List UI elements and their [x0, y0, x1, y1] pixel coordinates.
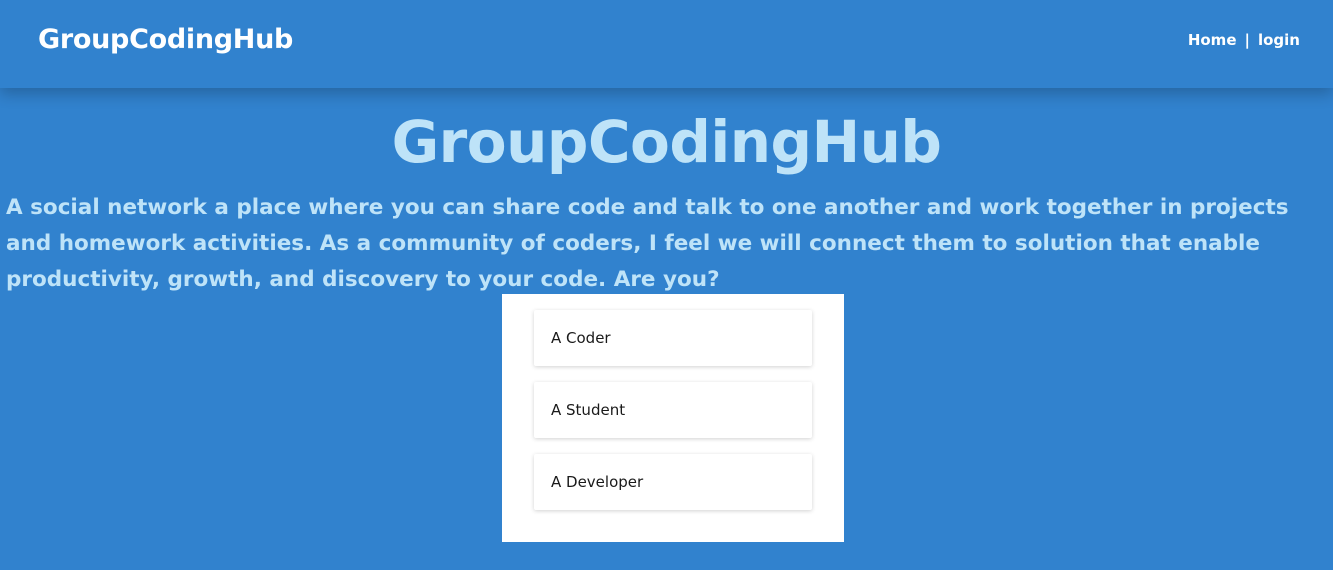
- choice-developer[interactable]: A Developer: [534, 454, 812, 510]
- nav-separator: |: [1244, 31, 1250, 49]
- nav-links: Home | login: [1188, 31, 1300, 49]
- hero-description: A social network a place where you can s…: [6, 195, 1289, 292]
- nav-home-link[interactable]: Home: [1188, 31, 1237, 49]
- role-choice-card: A Coder A Student A Developer: [502, 294, 844, 542]
- top-navbar: GroupCodingHub Home | login: [0, 0, 1333, 88]
- brand-logo-link[interactable]: GroupCodingHub: [38, 24, 293, 55]
- hero-title: GroupCodingHub: [391, 108, 942, 176]
- choice-coder-label: A Coder: [551, 329, 611, 347]
- choice-student[interactable]: A Student: [534, 382, 812, 438]
- choice-developer-label: A Developer: [551, 473, 644, 491]
- nav-login-link[interactable]: login: [1258, 31, 1300, 49]
- choice-student-label: A Student: [551, 401, 626, 419]
- choice-coder[interactable]: A Coder: [534, 310, 812, 366]
